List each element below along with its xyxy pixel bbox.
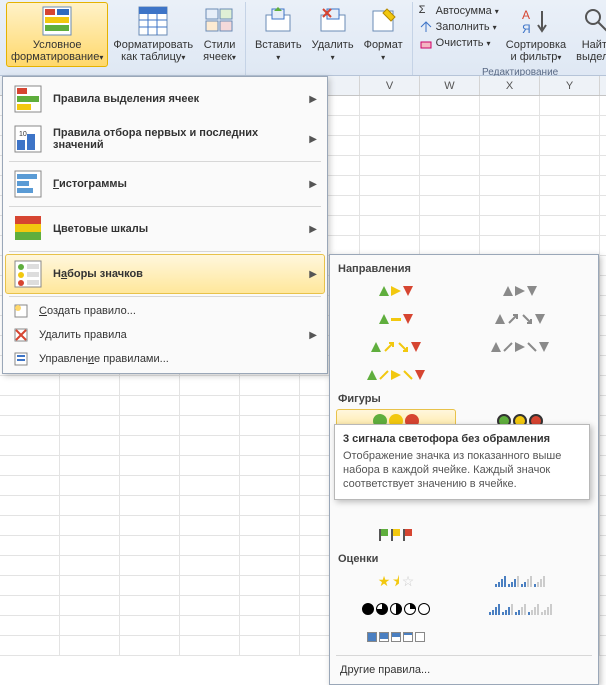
table-icon bbox=[137, 5, 169, 37]
insert-button[interactable]: Вставить▾ bbox=[250, 2, 307, 67]
top-bottom-label: Правила отбора первых и последних значен… bbox=[53, 127, 309, 151]
clear-rules-item[interactable]: Удалить правила ▶ bbox=[5, 323, 325, 347]
find-label: Найтивыдели bbox=[576, 39, 606, 63]
find-button[interactable]: Найтивыдели▾ bbox=[571, 2, 606, 67]
color-scales-label: Цветовые шкалы bbox=[53, 223, 309, 235]
insert-label: Вставить bbox=[255, 39, 302, 51]
submenu-arrow-icon: ▶ bbox=[309, 224, 317, 235]
fill-icon bbox=[419, 20, 433, 34]
cell-styles-icon bbox=[204, 5, 236, 37]
clear-rules-label: Удалить правила bbox=[39, 329, 309, 341]
svg-text:Я: Я bbox=[522, 22, 531, 36]
iconset-5-arrows-gray[interactable] bbox=[460, 335, 580, 359]
fill-button[interactable]: Заполнить ▾ bbox=[419, 20, 499, 34]
editing-stack: ΣАвтосумма ▾ Заполнить ▾ Очистить ▾ bbox=[417, 2, 501, 52]
iconset-4-arrows-colored[interactable] bbox=[336, 335, 456, 359]
iconset-3-stars[interactable]: ★⯨☆ bbox=[336, 569, 456, 593]
cell-styles-label: Стилиячеек bbox=[203, 39, 235, 63]
conditional-formatting-button[interactable]: Условноеформатирование▾ bbox=[6, 2, 108, 67]
format-button[interactable]: Формат▾ bbox=[359, 2, 408, 67]
tooltip-title: 3 сигнала светофора без обрамления bbox=[343, 433, 581, 445]
shapes-heading: Фигуры bbox=[334, 389, 594, 407]
iconset-5-ratings-bars[interactable] bbox=[460, 597, 580, 621]
format-label: Формат bbox=[364, 39, 403, 51]
column-header[interactable]: W bbox=[420, 76, 480, 95]
submenu-arrow-icon: ▶ bbox=[309, 179, 317, 190]
clear-button[interactable]: Очистить ▾ bbox=[419, 36, 499, 50]
directions-heading: Направления bbox=[334, 259, 594, 277]
sort-icon: АЯ bbox=[520, 5, 552, 37]
ribbon-group-editing: ΣАвтосумма ▾ Заполнить ▾ Очистить ▾ АЯ С… bbox=[413, 2, 606, 75]
autosum-button[interactable]: ΣАвтосумма ▾ bbox=[419, 4, 499, 18]
iconset-3-arrows-gray[interactable] bbox=[460, 279, 580, 303]
conditional-formatting-menu: Правила выделения ячеек ▶ 10 Правила отб… bbox=[2, 76, 328, 374]
iconset-5-arrows-colored[interactable] bbox=[336, 363, 456, 387]
iconset-3-flags[interactable] bbox=[336, 523, 456, 547]
ribbon: Условноеформатирование▾ Форматироватькак… bbox=[0, 0, 606, 76]
clear-rules-icon bbox=[13, 327, 29, 343]
new-rule-icon bbox=[13, 303, 29, 319]
icon-sets-icon bbox=[13, 259, 43, 289]
ribbon-group-styles: Условноеформатирование▾ Форматироватькак… bbox=[2, 2, 246, 75]
icon-sets-item[interactable]: Наборы значковНаборы значков ▶ bbox=[5, 254, 325, 294]
column-header[interactable]: Y bbox=[540, 76, 600, 95]
iconset-5-boxes[interactable] bbox=[336, 625, 456, 649]
data-bars-item[interactable]: ГГистограммыистограммы ▶ bbox=[5, 164, 325, 204]
sigma-icon: Σ bbox=[419, 4, 433, 18]
conditional-formatting-icon bbox=[41, 5, 73, 37]
submenu-arrow-icon: ▶ bbox=[309, 94, 317, 105]
iconset-3-triangles[interactable] bbox=[336, 307, 456, 331]
top-bottom-rules-item[interactable]: 10 Правила отбора первых и последних зна… bbox=[5, 119, 325, 159]
submenu-arrow-icon: ▶ bbox=[309, 134, 317, 145]
more-rules-label: Другие правила... bbox=[340, 664, 430, 676]
conditional-formatting-label: Условноеформатирование bbox=[11, 39, 99, 63]
highlight-cells-label: Правила выделения ячеек bbox=[53, 93, 309, 105]
delete-button[interactable]: Удалить▾ bbox=[307, 2, 359, 67]
more-rules-item[interactable]: Другие правила... bbox=[334, 660, 594, 680]
color-scales-icon bbox=[13, 214, 43, 244]
tooltip-body: Отображение значка из показанного выше н… bbox=[343, 449, 581, 491]
format-icon bbox=[367, 5, 399, 37]
svg-text:А: А bbox=[522, 8, 530, 22]
delete-label: Удалить bbox=[312, 39, 354, 51]
submenu-arrow-icon: ▶ bbox=[309, 269, 317, 280]
iconset-4-arrows-gray[interactable] bbox=[460, 307, 580, 331]
ratings-heading: Оценки bbox=[334, 549, 594, 567]
new-rule-item[interactable]: Создать правило...Создать правило... bbox=[5, 299, 325, 323]
insert-icon bbox=[262, 5, 294, 37]
iconset-3-arrows-colored[interactable] bbox=[336, 279, 456, 303]
column-header[interactable]: V bbox=[360, 76, 420, 95]
sort-filter-button[interactable]: АЯ Сортировкаи фильтр▾ bbox=[501, 2, 571, 67]
iconset-5-quarters[interactable] bbox=[336, 597, 456, 621]
highlight-icon bbox=[13, 84, 43, 114]
highlight-cells-rules-item[interactable]: Правила выделения ячеек ▶ bbox=[5, 79, 325, 119]
color-scales-item[interactable]: Цветовые шкалы ▶ bbox=[5, 209, 325, 249]
svg-text:10: 10 bbox=[19, 131, 27, 138]
format-as-table-button[interactable]: Форматироватькак таблицу▾ bbox=[108, 2, 198, 67]
data-bars-icon bbox=[13, 169, 43, 199]
eraser-icon bbox=[419, 36, 433, 50]
manage-rules-icon bbox=[13, 351, 29, 367]
manage-rules-item[interactable]: Управление правилами...Управление правил… bbox=[5, 347, 325, 371]
submenu-arrow-icon: ▶ bbox=[309, 330, 317, 341]
top-bottom-icon: 10 bbox=[13, 124, 43, 154]
find-icon bbox=[581, 5, 606, 37]
ribbon-group-cells: Вставить▾ Удалить▾ Формат▾ bbox=[246, 2, 413, 75]
delete-icon bbox=[317, 5, 349, 37]
iconset-4-ratings-bars[interactable] bbox=[460, 569, 580, 593]
column-header[interactable]: X bbox=[480, 76, 540, 95]
cell-styles-button[interactable]: Стилиячеек▾ bbox=[198, 2, 241, 67]
tooltip: 3 сигнала светофора без обрамления Отобр… bbox=[334, 424, 590, 500]
